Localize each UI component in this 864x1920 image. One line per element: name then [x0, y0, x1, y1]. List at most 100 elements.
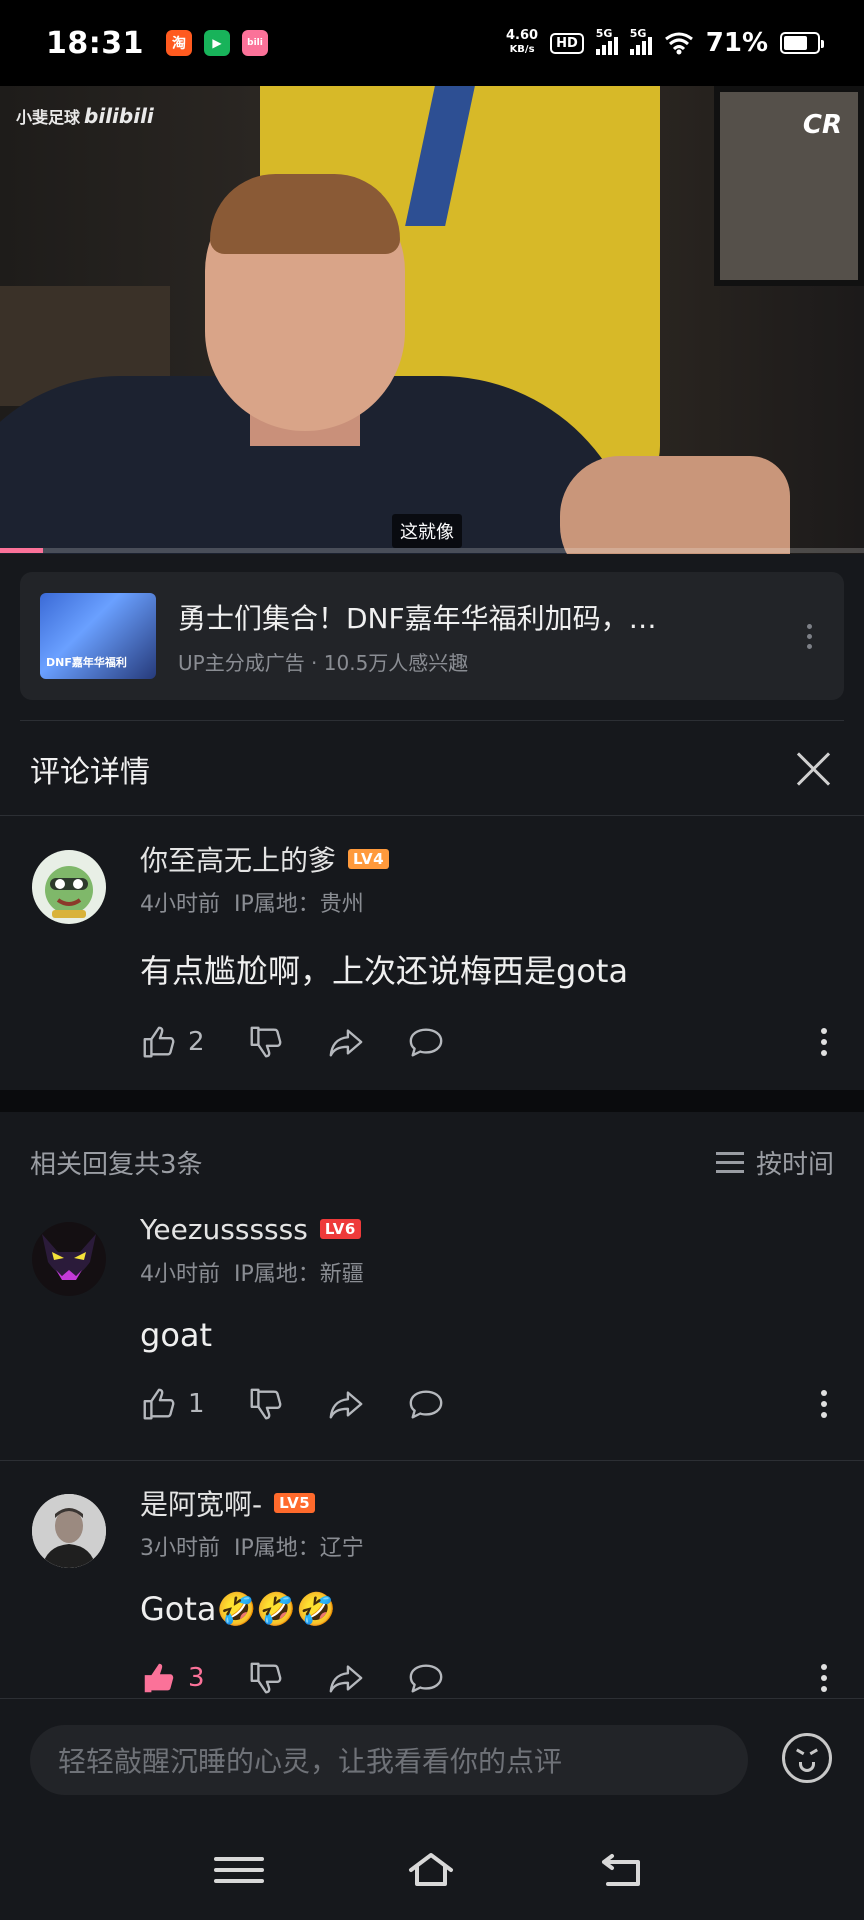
dislike-button[interactable] [247, 1659, 285, 1697]
like-count: 1 [188, 1389, 205, 1419]
like-count: 2 [188, 1027, 205, 1057]
battery-percent: 71% [705, 28, 768, 58]
signal-icon-sim2: 5G [629, 27, 652, 55]
comment-ip: IP属地：新疆 [234, 1262, 364, 1287]
share-button[interactable] [327, 1659, 365, 1697]
more-vertical-icon[interactable] [814, 1390, 834, 1418]
avatar-cartoon-icon [45, 866, 93, 918]
video-corner-logo: CR [802, 110, 842, 140]
divider [20, 720, 844, 721]
thumbs-up-icon [143, 1026, 175, 1058]
dislike-button[interactable] [247, 1385, 285, 1423]
sim2-network-type: 5G [629, 27, 647, 40]
share-button[interactable] [327, 1023, 365, 1061]
section-divider-band [0, 1090, 864, 1112]
comment-body: 你至高无上的爹 LV4 4小时前 IP属地：贵州 有点尴尬啊，上次还说梅西是go… [140, 840, 834, 1062]
video-watermark: 小斐足球 bilibili [16, 104, 154, 128]
replies-header: 相关回复共3条 按时间 [0, 1112, 864, 1212]
divider [0, 1460, 864, 1461]
share-icon [329, 1665, 362, 1693]
comment-actions: 1 [140, 1384, 834, 1424]
avatar[interactable] [32, 1222, 106, 1296]
share-icon [329, 1029, 362, 1057]
share-button[interactable] [327, 1385, 365, 1423]
comment-text: 有点尴尬啊，上次还说梅西是gota [140, 952, 629, 990]
ad-meta: UP主分成广告 · 10.5万人感兴趣 [178, 650, 469, 675]
video-app-icon: ▶ [204, 30, 230, 56]
network-speed-unit: KB/s [509, 44, 535, 55]
comment-header: 你至高无上的爹 LV4 [140, 840, 834, 878]
thumbs-down-icon [250, 1026, 281, 1058]
comment-header: Yeezussssss LV6 [140, 1210, 834, 1248]
comment-meta: 3小时前 IP属地：辽宁 [140, 1530, 834, 1562]
reply-button[interactable] [407, 1659, 445, 1697]
comment-text: goat [140, 1316, 213, 1354]
replies-count: 相关回复共3条 [30, 1149, 203, 1180]
sort-icon [715, 1151, 744, 1173]
level-badge: LV6 [319, 1219, 361, 1239]
more-vertical-icon[interactable] [794, 616, 824, 656]
sort-button[interactable]: 按时间 [715, 1144, 834, 1181]
video-player[interactable]: 小斐足球 bilibili CR 这就像 [0, 86, 864, 554]
comment-header: 是阿宽啊- LV5 [140, 1484, 834, 1522]
comment-input[interactable]: 轻轻敲醒沉睡的心灵，让我看看你的点评 [30, 1725, 748, 1795]
comment-body: 是阿宽啊- LV5 3小时前 IP属地：辽宁 Gota🤣🤣🤣 3 [140, 1484, 834, 1698]
sim1-network-type: 5G [595, 27, 613, 40]
username[interactable]: 你至高无上的爹 [140, 839, 336, 879]
video-progress-bar[interactable] [0, 548, 864, 553]
ad-title[interactable]: 勇士们集合！DNF嘉年华福利加码，… [178, 597, 794, 637]
video-progress-played [0, 548, 44, 553]
notification-app-icons: 淘 ▶ bili [166, 30, 268, 56]
status-time: 18:31 [46, 25, 144, 61]
share-icon [329, 1391, 362, 1419]
watermark-brand: bilibili [84, 104, 154, 128]
comment-body: Yeezussssss LV6 4小时前 IP属地：新疆 goat 1 [140, 1210, 834, 1424]
thumbs-down-icon [250, 1388, 281, 1420]
like-button[interactable]: 1 [140, 1385, 205, 1423]
comment-bubble-icon [409, 1390, 442, 1419]
comment-text: Gota🤣🤣🤣 [140, 1590, 337, 1628]
comment-input-bar: 轻轻敲醒沉睡的心灵，让我看看你的点评 [0, 1698, 864, 1820]
more-vertical-icon[interactable] [814, 1664, 834, 1692]
username[interactable]: 是阿宽啊- [140, 1483, 262, 1523]
comment-actions: 2 [140, 1022, 834, 1062]
thumbs-down-icon [250, 1662, 281, 1694]
emoji-icon[interactable] [782, 1733, 832, 1783]
reply-button[interactable] [407, 1385, 445, 1423]
ad-card[interactable]: DNF嘉年华福利 勇士们集合！DNF嘉年华福利加码，… UP主分成广告 · 10… [20, 572, 844, 700]
ad-text: 勇士们集合！DNF嘉年华福利加码，… UP主分成广告 · 10.5万人感兴趣 [178, 597, 794, 676]
comment-time: 4小时前 [140, 892, 220, 917]
thumbs-up-icon [143, 1388, 175, 1420]
signal-icon-sim1: 5G [595, 27, 618, 55]
close-icon[interactable] [794, 749, 834, 789]
network-speed-value: 4.60 [506, 28, 539, 43]
avatar[interactable] [32, 850, 106, 924]
comment-actions: 3 [140, 1658, 834, 1698]
username[interactable]: Yeezussssss [140, 1213, 308, 1246]
like-count: 3 [188, 1663, 205, 1693]
battery-fill [784, 36, 807, 50]
avatar-portrait-icon [32, 1494, 106, 1568]
like-button[interactable]: 2 [140, 1023, 205, 1061]
back-icon[interactable] [598, 1850, 648, 1890]
comment-ip: IP属地：辽宁 [234, 1536, 364, 1561]
hd-voice-icon: HD [550, 32, 584, 54]
reply-button[interactable] [407, 1023, 445, 1061]
status-indicators: 4.60 KB/s HD 5G 5G 71% [506, 27, 824, 58]
dislike-button[interactable] [247, 1023, 285, 1061]
menu-icon[interactable] [214, 1850, 264, 1890]
ad-thumbnail[interactable]: DNF嘉年华福利 [40, 593, 156, 679]
level-badge: LV4 [348, 849, 390, 869]
comment-meta: 4小时前 IP属地：贵州 [140, 886, 834, 918]
comment-time: 4小时前 [140, 1262, 220, 1287]
comment-bubble-icon [409, 1664, 442, 1693]
home-icon[interactable] [406, 1850, 456, 1890]
more-vertical-icon[interactable] [814, 1028, 834, 1056]
avatar-monster-icon [42, 1234, 96, 1280]
like-button[interactable]: 3 [140, 1659, 205, 1697]
avatar[interactable] [32, 1494, 106, 1568]
page-title: 评论详情 [30, 754, 150, 790]
taobao-app-icon: 淘 [166, 30, 192, 56]
ad-thumbnail-text: DNF嘉年华福利 [46, 656, 127, 669]
comment-meta: 4小时前 IP属地：新疆 [140, 1256, 834, 1288]
